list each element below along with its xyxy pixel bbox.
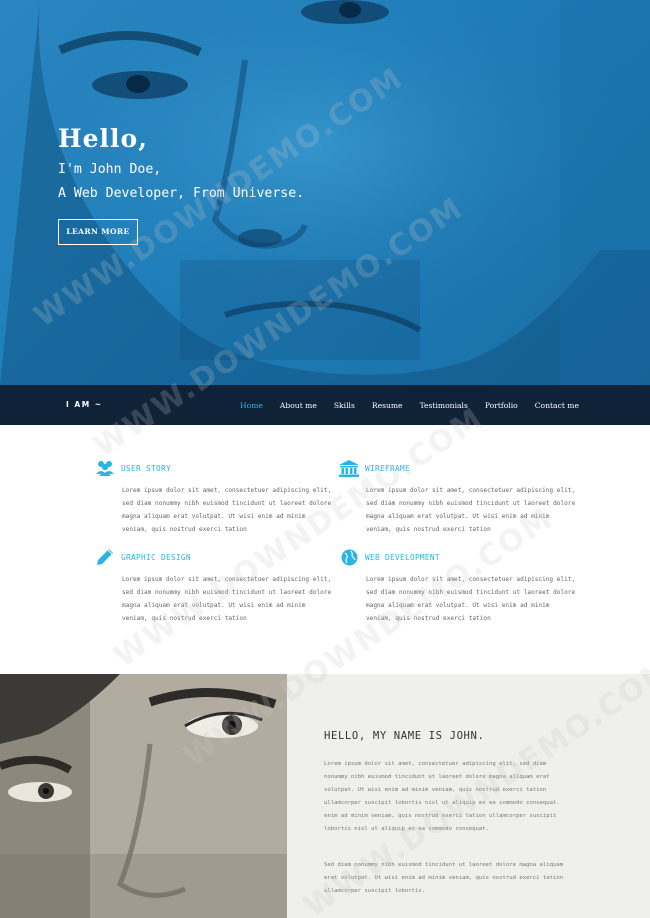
hero-greeting: Hello,	[58, 124, 148, 153]
brand-logo[interactable]: I AM ~	[66, 400, 103, 409]
about-title: HELLO, MY NAME IS JOHN.	[324, 730, 485, 742]
service-text-line: Lorem ipsum dolor sit amet, consectetuer…	[366, 576, 576, 583]
service-text-line: sed diam nonummy nibh euismod tincidunt …	[122, 589, 332, 597]
service-header: USER STORY	[95, 459, 315, 477]
about-text-line: nonummy nibh euismod tincidunt ut laoree…	[324, 774, 550, 781]
about-portrait-image	[0, 674, 287, 918]
service-text-line: veniam, quis nostrud exerci tation	[366, 526, 491, 534]
bank-icon	[339, 459, 359, 477]
nav-link-portfolio[interactable]: Portfolio	[485, 401, 518, 410]
service-description: Lorem ipsum dolor sit amet, consectetuer…	[122, 484, 340, 536]
about-text-line: lobortis nisl ut aliquip ex ea commodo c…	[324, 826, 490, 833]
service-description: Lorem ipsum dolor sit amet, consectetuer…	[366, 573, 584, 625]
globe-icon	[339, 548, 359, 566]
about-paragraph-2: Sed diam nonummy nibh euismod tincidunt …	[324, 859, 589, 898]
service-text-line: Lorem ipsum dolor sit amet, consectetuer…	[366, 487, 576, 494]
learn-more-button[interactable]: LEARN MORE	[58, 219, 138, 245]
nav-link-skills[interactable]: Skills	[334, 401, 355, 410]
hero-intro: Hello, I'm John Doe, A Web Developer, Fr…	[58, 124, 304, 245]
hero-name-line: I'm John Doe,	[58, 162, 162, 177]
hero-role-line: A Web Developer, From Universe.	[58, 186, 305, 201]
services-section: USER STORY Lorem ipsum dolor sit amet, c…	[0, 425, 650, 675]
about-text-line: ullamcorper suscipit lobortis nisl ut al…	[324, 800, 560, 807]
nav-link-contact-me[interactable]: Contact me	[535, 401, 579, 410]
service-text-line: sed diam nonummy nibh euismod tincidunt …	[122, 500, 332, 508]
service-text-line: magna aliquam erat volutpat. Ut wisi eni…	[366, 602, 550, 610]
service-text-line: veniam, quis nostrud exerci tation	[122, 526, 247, 534]
service-text-line: Lorem ipsum dolor sit amet, consectetuer…	[122, 487, 332, 494]
service-text-line: sed diam nonummy nibh euismod tincidunt …	[366, 589, 576, 597]
about-section: HELLO, MY NAME IS JOHN. Lorem ipsum dolo…	[287, 674, 650, 918]
service-title: WIREFRAME	[365, 463, 410, 473]
pencil-icon	[95, 548, 115, 566]
service-description: Lorem ipsum dolor sit amet, consectetuer…	[366, 484, 584, 536]
service-title: GRAPHIC DESIGN	[121, 552, 191, 562]
service-text-line: veniam, quis nostrud exerci tation	[366, 615, 491, 623]
users-icon	[95, 459, 115, 477]
about-text-line: Sed diam nonummy nibh euismod tincidunt …	[324, 862, 564, 868]
nav-link-home[interactable]: Home	[240, 401, 263, 410]
about-text-line: erat volutpat. Ut wisi enim ad minim ven…	[324, 875, 564, 882]
about-text-line: volutpat. Ut wisi enim ad minim veniam, …	[324, 787, 547, 794]
nav-links: Home About me Skills Resume Testimonials…	[240, 401, 596, 410]
about-text-line: enim ad minim veniam, quis nostrud exerc…	[324, 813, 557, 820]
service-text-line: magna aliquam erat volutpat. Ut wisi eni…	[366, 513, 550, 521]
service-user-story: USER STORY Lorem ipsum dolor sit amet, c…	[95, 459, 331, 536]
about-paragraph-1: Lorem ipsum dolor sit amet, consectetuer…	[324, 758, 589, 837]
main-navbar: I AM ~ Home About me Skills Resume Testi…	[0, 385, 650, 425]
service-graphic-design: GRAPHIC DESIGN Lorem ipsum dolor sit ame…	[95, 548, 331, 625]
service-wireframe: WIREFRAME Lorem ipsum dolor sit amet, co…	[339, 459, 575, 536]
about-text-line: Lorem ipsum dolor sit amet, consectetuer…	[324, 761, 547, 767]
service-web-development: WEB DEVELOPMENT Lorem ipsum dolor sit am…	[339, 548, 575, 625]
service-text-line: Lorem ipsum dolor sit amet, consectetuer…	[122, 576, 332, 583]
nav-link-testimonials[interactable]: Testimonials	[420, 401, 468, 410]
service-text-line: magna aliquam erat volutpat. Ut wisi eni…	[122, 602, 306, 610]
service-text-line: sed diam nonummy nibh euismod tincidunt …	[366, 500, 576, 508]
about-text-line: ullamcorper suscipit lobortis.	[324, 888, 426, 895]
service-header: GRAPHIC DESIGN	[95, 548, 315, 566]
service-title: WEB DEVELOPMENT	[365, 552, 440, 562]
nav-link-resume[interactable]: Resume	[372, 401, 403, 410]
service-header: WEB DEVELOPMENT	[339, 548, 559, 566]
service-title: USER STORY	[121, 463, 171, 473]
service-text-line: veniam, quis nostrud exerci tation	[122, 615, 247, 623]
hero-section: Hello, I'm John Doe, A Web Developer, Fr…	[0, 0, 650, 385]
service-text-line: magna aliquam erat volutpat. Ut wisi eni…	[122, 513, 306, 521]
nav-link-about-me[interactable]: About me	[280, 401, 317, 410]
service-header: WIREFRAME	[339, 459, 559, 477]
service-description: Lorem ipsum dolor sit amet, consectetuer…	[122, 573, 340, 625]
